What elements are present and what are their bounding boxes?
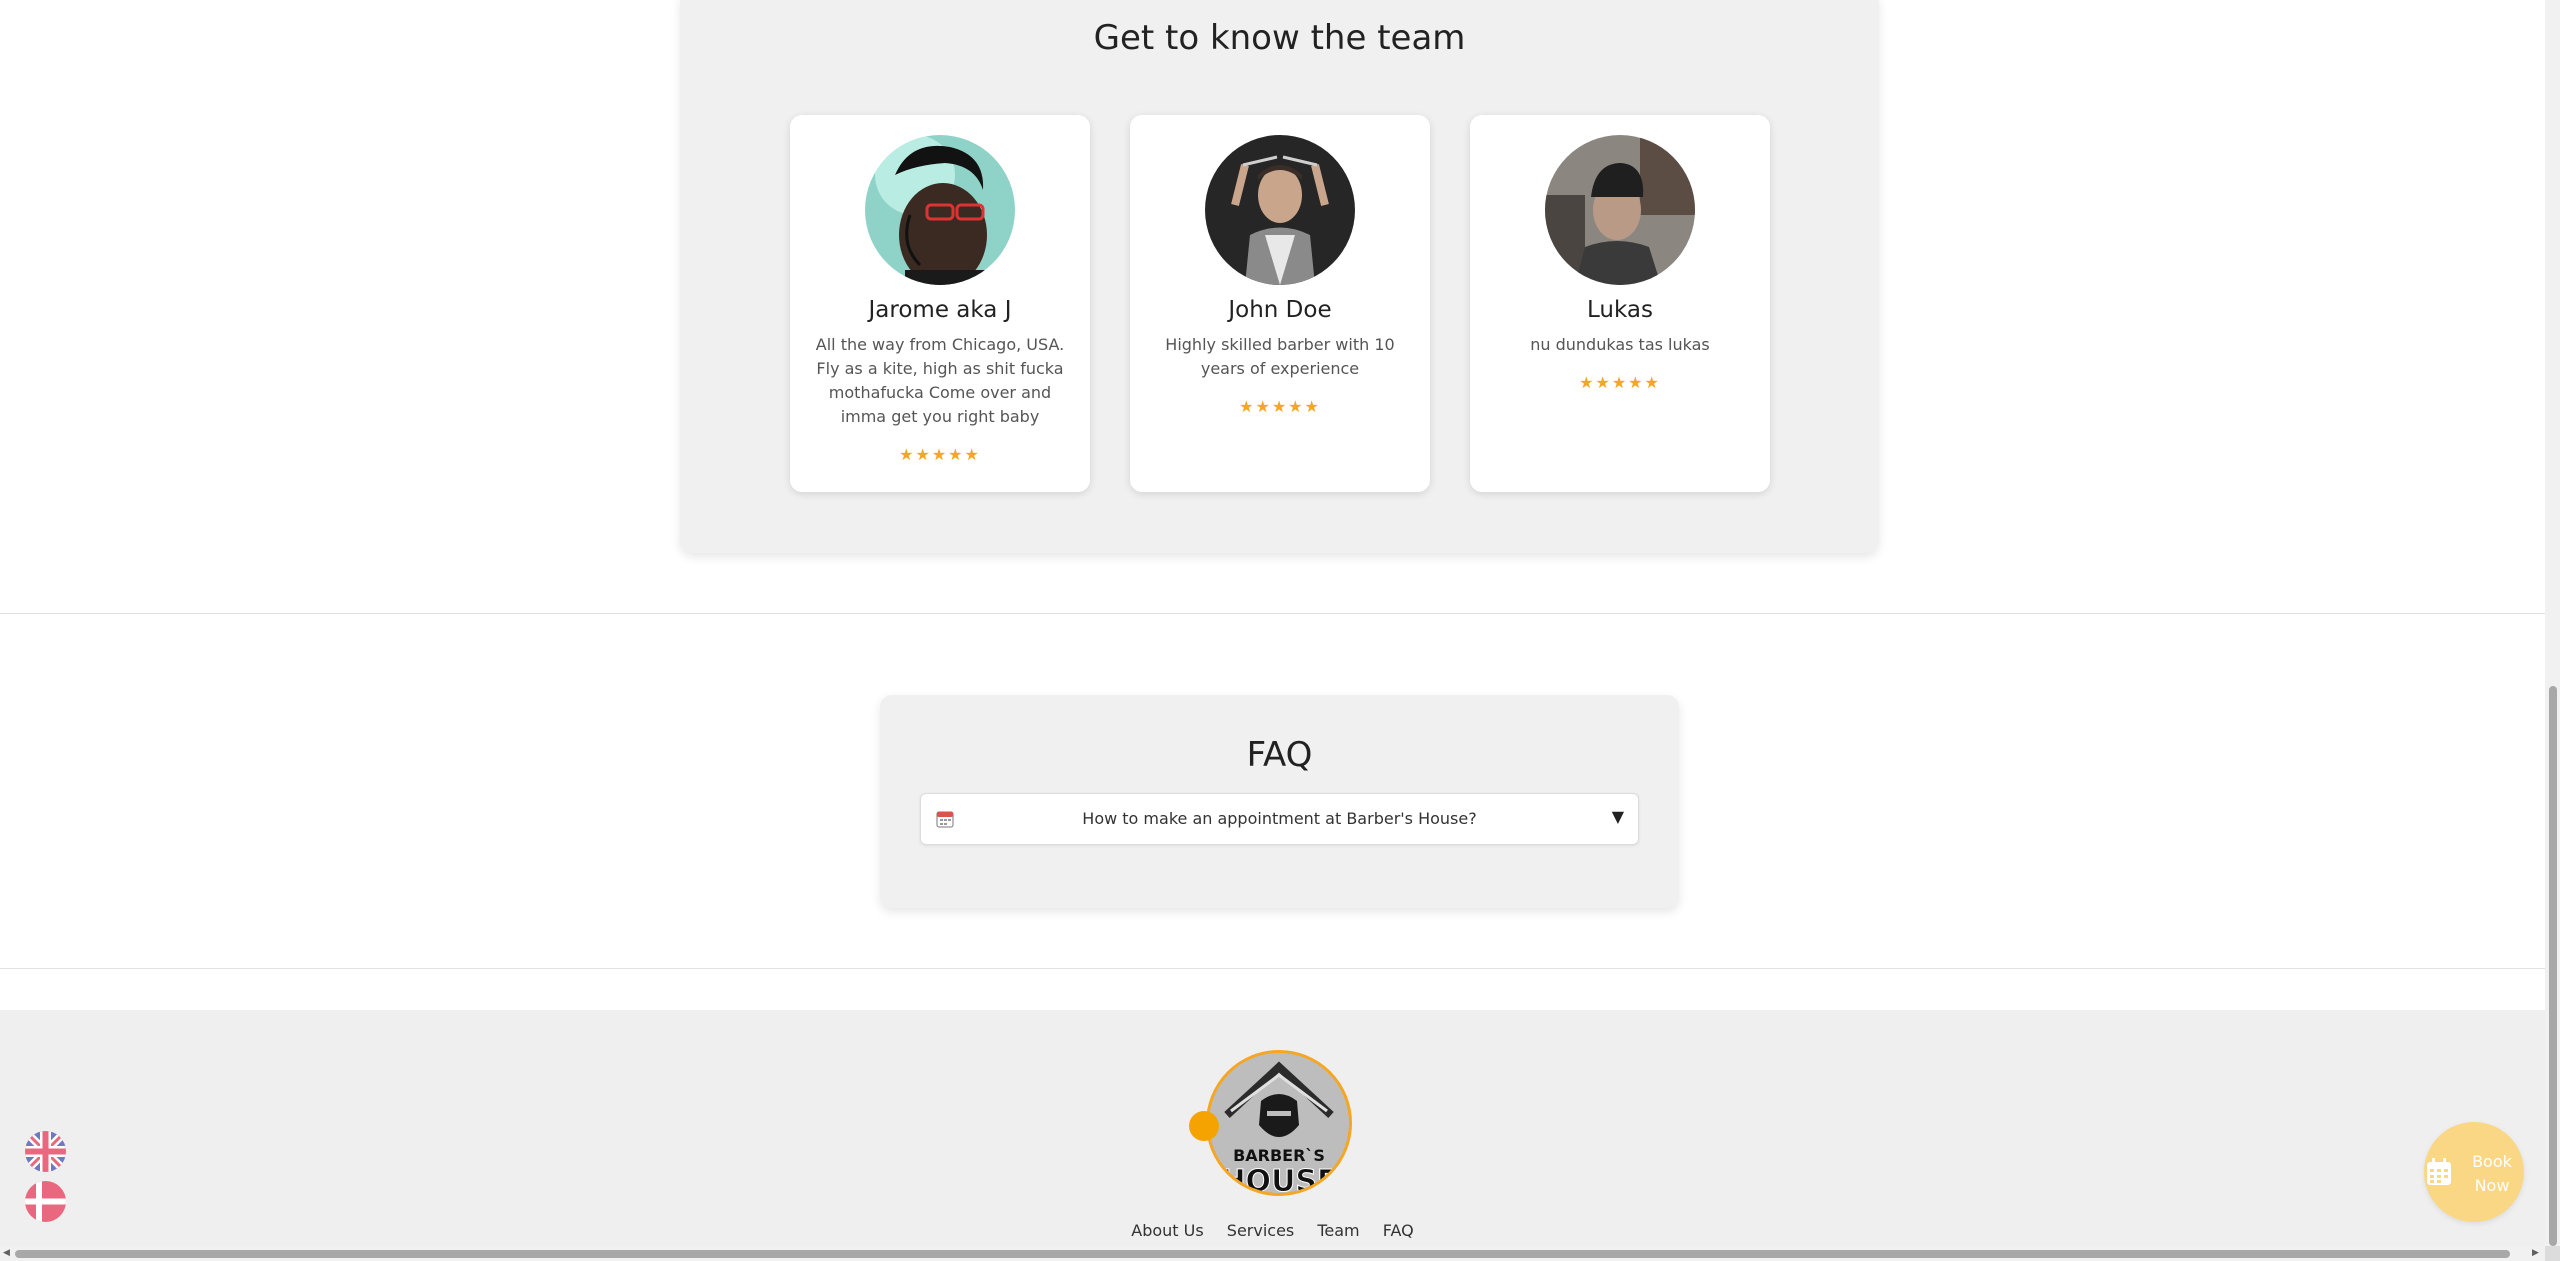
faq-section: FAQ How to make an appointment at Barber…	[880, 695, 1679, 908]
book-now-label: Book Now	[2472, 1152, 2512, 1195]
book-now-button[interactable]: Book Now	[2424, 1122, 2524, 1222]
faq-title: FAQ	[1246, 735, 1313, 775]
scroll-left-arrow-icon[interactable]: ◀	[3, 1248, 10, 1258]
footer-link-faq[interactable]: FAQ	[1383, 1221, 1414, 1240]
team-member-photo	[865, 135, 1015, 285]
uk-flag-icon	[25, 1131, 66, 1172]
vertical-scrollbar-thumb[interactable]	[2549, 686, 2557, 1246]
faq-question-toggle[interactable]: How to make an appointment at Barber's H…	[920, 793, 1639, 845]
denmark-flag-icon	[25, 1181, 66, 1222]
footer-nav: About Us Services Team FAQ	[0, 1221, 2545, 1240]
team-member-photo	[1205, 135, 1355, 285]
language-english-button[interactable]	[25, 1131, 66, 1172]
team-member-description: Highly skilled barber with 10 years of e…	[1165, 335, 1395, 378]
team-card: John Doe Highly skilled barber with 10 y…	[1130, 115, 1430, 492]
logo-dot-decoration	[1189, 1111, 1219, 1141]
section-divider	[0, 613, 2545, 614]
team-member-description: nu dundukas tas lukas	[1530, 335, 1710, 354]
rating-stars: ★★★★★	[1579, 373, 1661, 392]
section-divider	[0, 968, 2545, 969]
team-member-name: Lukas	[1587, 297, 1653, 323]
scrollbar-corner	[2545, 1246, 2560, 1261]
team-card: Lukas nu dundukas tas lukas ★★★★★	[1470, 115, 1770, 492]
footer-link-about-us[interactable]: About Us	[1131, 1221, 1203, 1240]
team-section: Get to know the team Jarome aka J All th…	[680, 0, 1879, 553]
vertical-scrollbar[interactable]	[2545, 0, 2560, 1246]
horizontal-scrollbar-thumb[interactable]	[15, 1250, 2510, 1258]
faq-question-text: How to make an appointment at Barber's H…	[1082, 809, 1477, 828]
horizontal-scrollbar[interactable]: ◀ ▶	[0, 1246, 2545, 1261]
team-member-name: John Doe	[1228, 297, 1332, 323]
team-member-photo	[1545, 135, 1695, 285]
language-danish-button[interactable]	[25, 1181, 66, 1222]
calendar-icon	[2426, 1158, 2452, 1190]
rating-stars: ★★★★★	[1239, 397, 1321, 416]
rating-stars: ★★★★★	[899, 445, 981, 464]
barbers-house-logo[interactable]: BARBER`S HOUSE	[1206, 1050, 1352, 1196]
team-member-description: All the way from Chicago, USA. Fly as a …	[815, 335, 1065, 426]
team-title: Get to know the team	[1093, 18, 1466, 58]
scroll-right-arrow-icon[interactable]: ▶	[2532, 1248, 2539, 1258]
team-card: Jarome aka J All the way from Chicago, U…	[790, 115, 1090, 492]
chevron-down-icon: ▼	[1611, 807, 1624, 826]
svg-text:BARBER`S: BARBER`S	[1233, 1146, 1325, 1165]
footer: BARBER`S HOUSE About Us Services Team FA…	[0, 1010, 2545, 1251]
footer-link-team[interactable]: Team	[1317, 1221, 1359, 1240]
team-member-name: Jarome aka J	[868, 297, 1012, 323]
svg-text:HOUSE: HOUSE	[1220, 1164, 1337, 1193]
footer-link-services[interactable]: Services	[1227, 1221, 1294, 1240]
